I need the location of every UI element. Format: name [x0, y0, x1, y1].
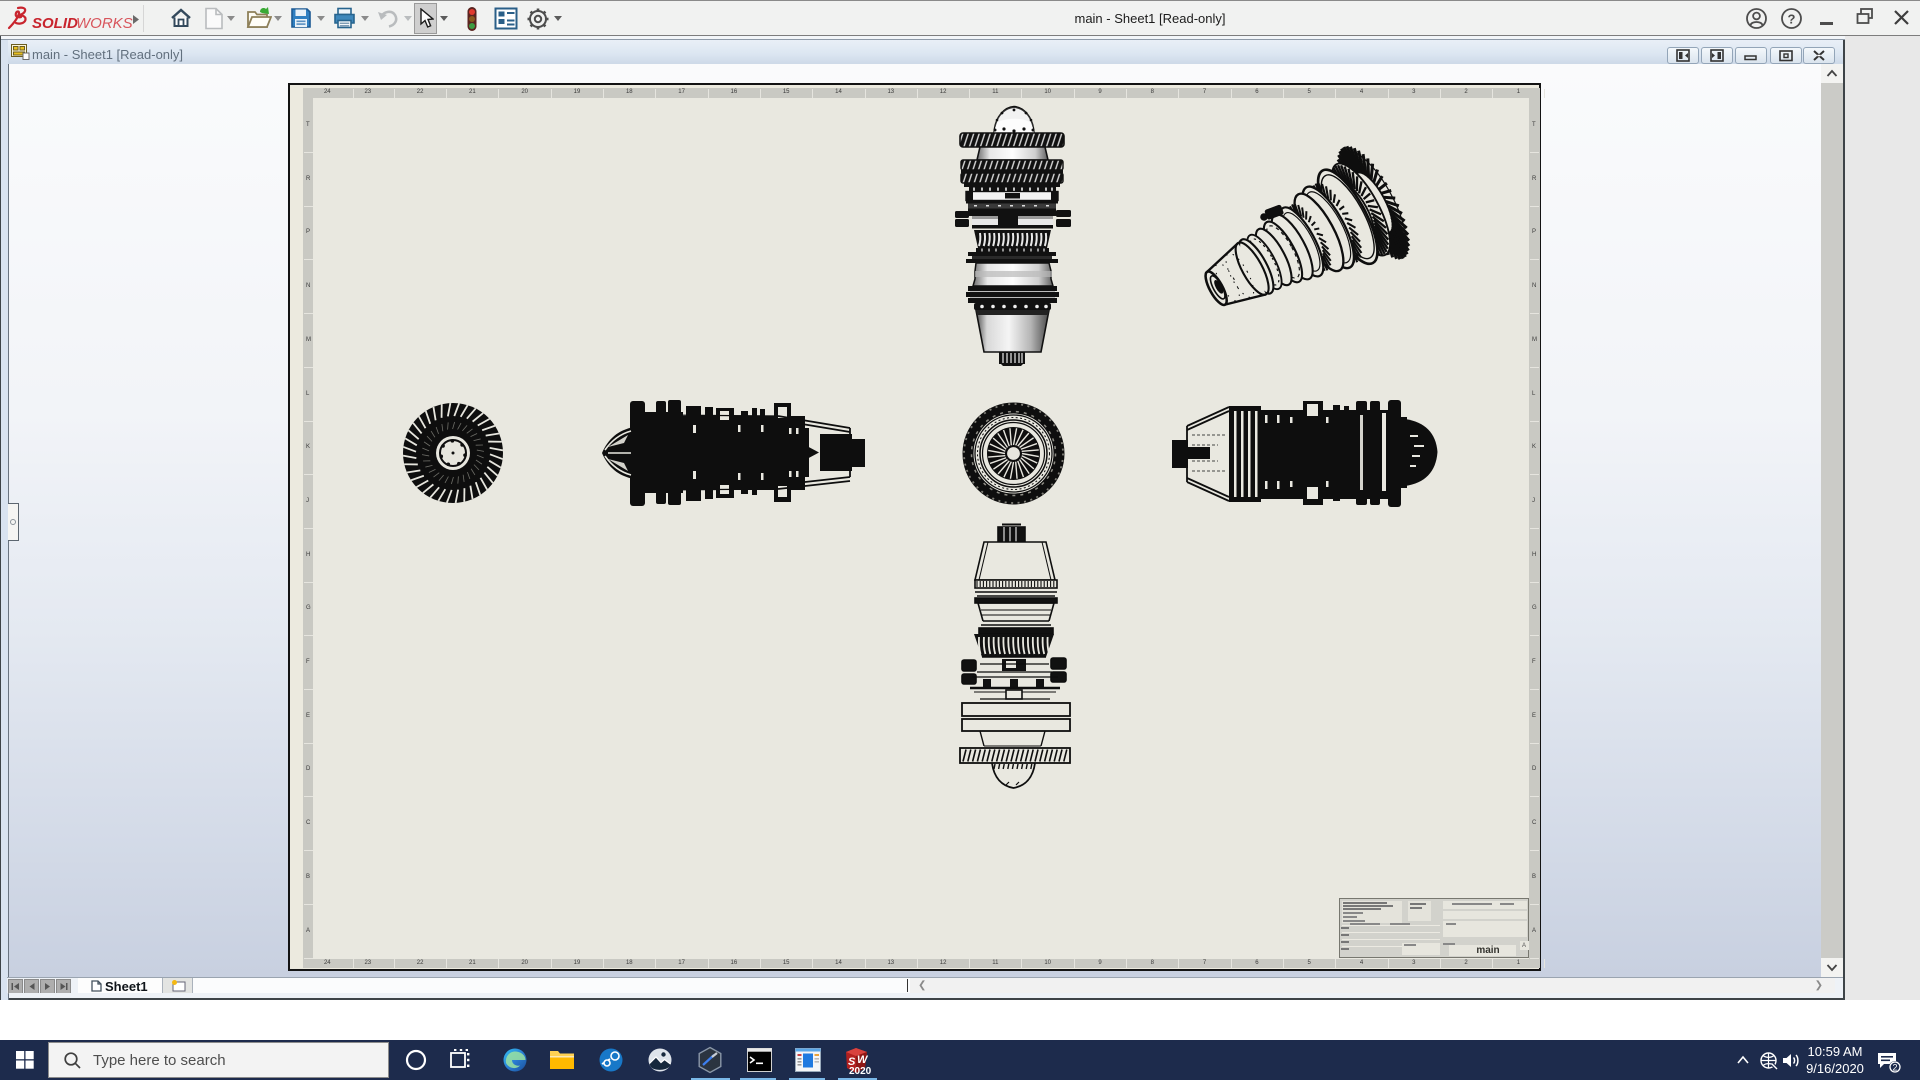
svg-text:WORKS: WORKS [76, 15, 133, 32]
svg-text:2: 2 [1892, 1063, 1897, 1073]
svg-text:W: W [857, 1054, 869, 1066]
svg-text:SOLID: SOLID [32, 15, 78, 32]
svg-text:?: ? [1788, 12, 1796, 27]
svg-text:2020: 2020 [849, 1066, 871, 1076]
